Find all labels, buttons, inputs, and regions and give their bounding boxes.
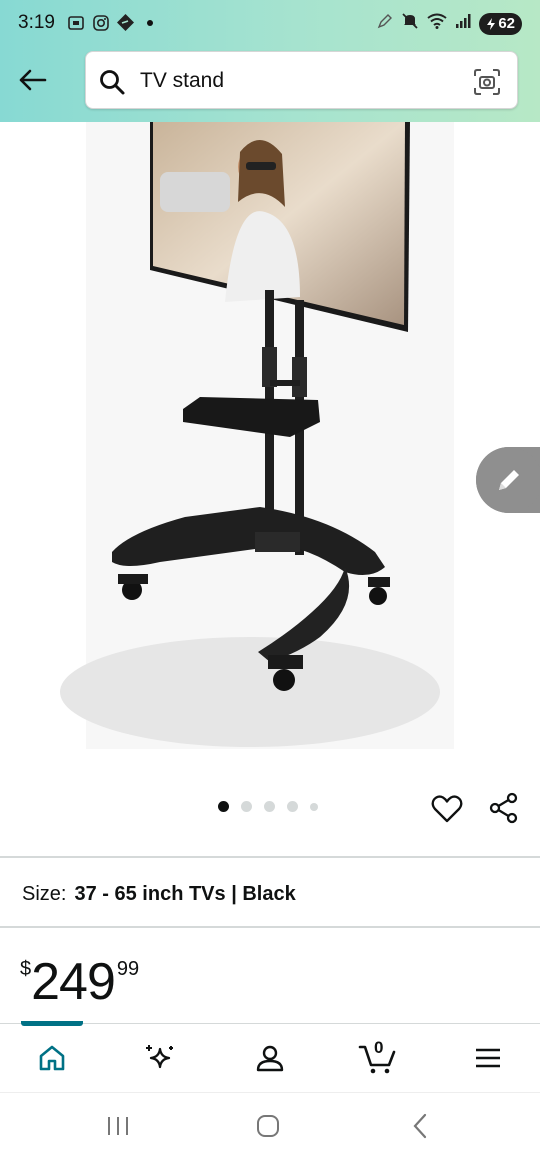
status-left-icons (66, 13, 153, 32)
back-button[interactable] (14, 62, 50, 98)
carousel-dot[interactable] (218, 801, 229, 812)
carousel-dot[interactable] (287, 801, 298, 812)
heart-icon[interactable] (430, 792, 464, 826)
back-arrow-icon (19, 69, 47, 91)
person-icon (256, 1045, 284, 1072)
home-icon (39, 1045, 65, 1071)
divider (0, 926, 540, 928)
nav-menu[interactable] (448, 1024, 528, 1092)
stylus-icon (377, 13, 393, 34)
recent-apps-icon (108, 1117, 128, 1135)
notification-dot (147, 19, 153, 26)
divider (0, 856, 540, 858)
signal-icon (455, 13, 471, 34)
price: $ 249 99 (20, 952, 139, 1012)
back-system-button[interactable] (405, 1113, 435, 1139)
sparkle-icon (146, 1045, 173, 1069)
price-whole: 249 (31, 953, 116, 1011)
chevron-left-icon (413, 1113, 427, 1139)
share-icon[interactable] (487, 791, 521, 825)
product-image[interactable] (0, 122, 540, 782)
status-bar: 3:19 62 (0, 0, 540, 46)
instagram-icon (91, 13, 110, 32)
wifi-icon (427, 13, 447, 34)
bottom-navigation: 0 (0, 1021, 540, 1092)
nav-rufus[interactable] (120, 1024, 200, 1092)
nav-account[interactable] (230, 1024, 310, 1092)
carousel-dot[interactable] (264, 801, 275, 812)
status-time: 3:19 (18, 12, 55, 33)
cart-count: 0 (374, 1038, 384, 1057)
camera-search-icon[interactable] (473, 68, 501, 101)
size-value: 37 - 65 inch TVs | Black (74, 883, 296, 905)
carousel-dot[interactable] (241, 801, 252, 812)
size-selector[interactable]: Size: 37 - 65 inch TVs | Black (22, 883, 296, 906)
home-button[interactable] (253, 1113, 283, 1139)
pencil-icon (499, 470, 519, 490)
battery-level: 62 (498, 15, 515, 32)
recent-apps-button[interactable] (103, 1113, 133, 1139)
image-carousel-indicator[interactable] (218, 801, 318, 812)
screenshot-icon (66, 13, 85, 32)
nav-home[interactable] (12, 1024, 92, 1092)
home-circle-icon (257, 1115, 279, 1137)
menu-icon (476, 1048, 500, 1068)
search-bar[interactable]: TV stand (85, 51, 518, 109)
search-input[interactable]: TV stand (140, 69, 224, 93)
app-header: 3:19 62 TV stand (0, 0, 540, 122)
nav-cart[interactable]: 0 (338, 1024, 418, 1092)
system-navigation-bar (0, 1092, 540, 1158)
search-icon[interactable] (98, 68, 126, 101)
offer-tag-icon (116, 13, 135, 32)
edit-button[interactable] (476, 447, 540, 513)
status-right-icons: 62 (377, 12, 522, 35)
size-label: Size: (22, 883, 67, 905)
tv-stand-product-image (60, 122, 454, 749)
price-fraction: 99 (116, 958, 140, 980)
carousel-dot[interactable] (310, 802, 318, 811)
price-currency: $ (20, 958, 32, 980)
mute-icon (401, 12, 419, 35)
battery-icon: 62 (479, 12, 522, 35)
